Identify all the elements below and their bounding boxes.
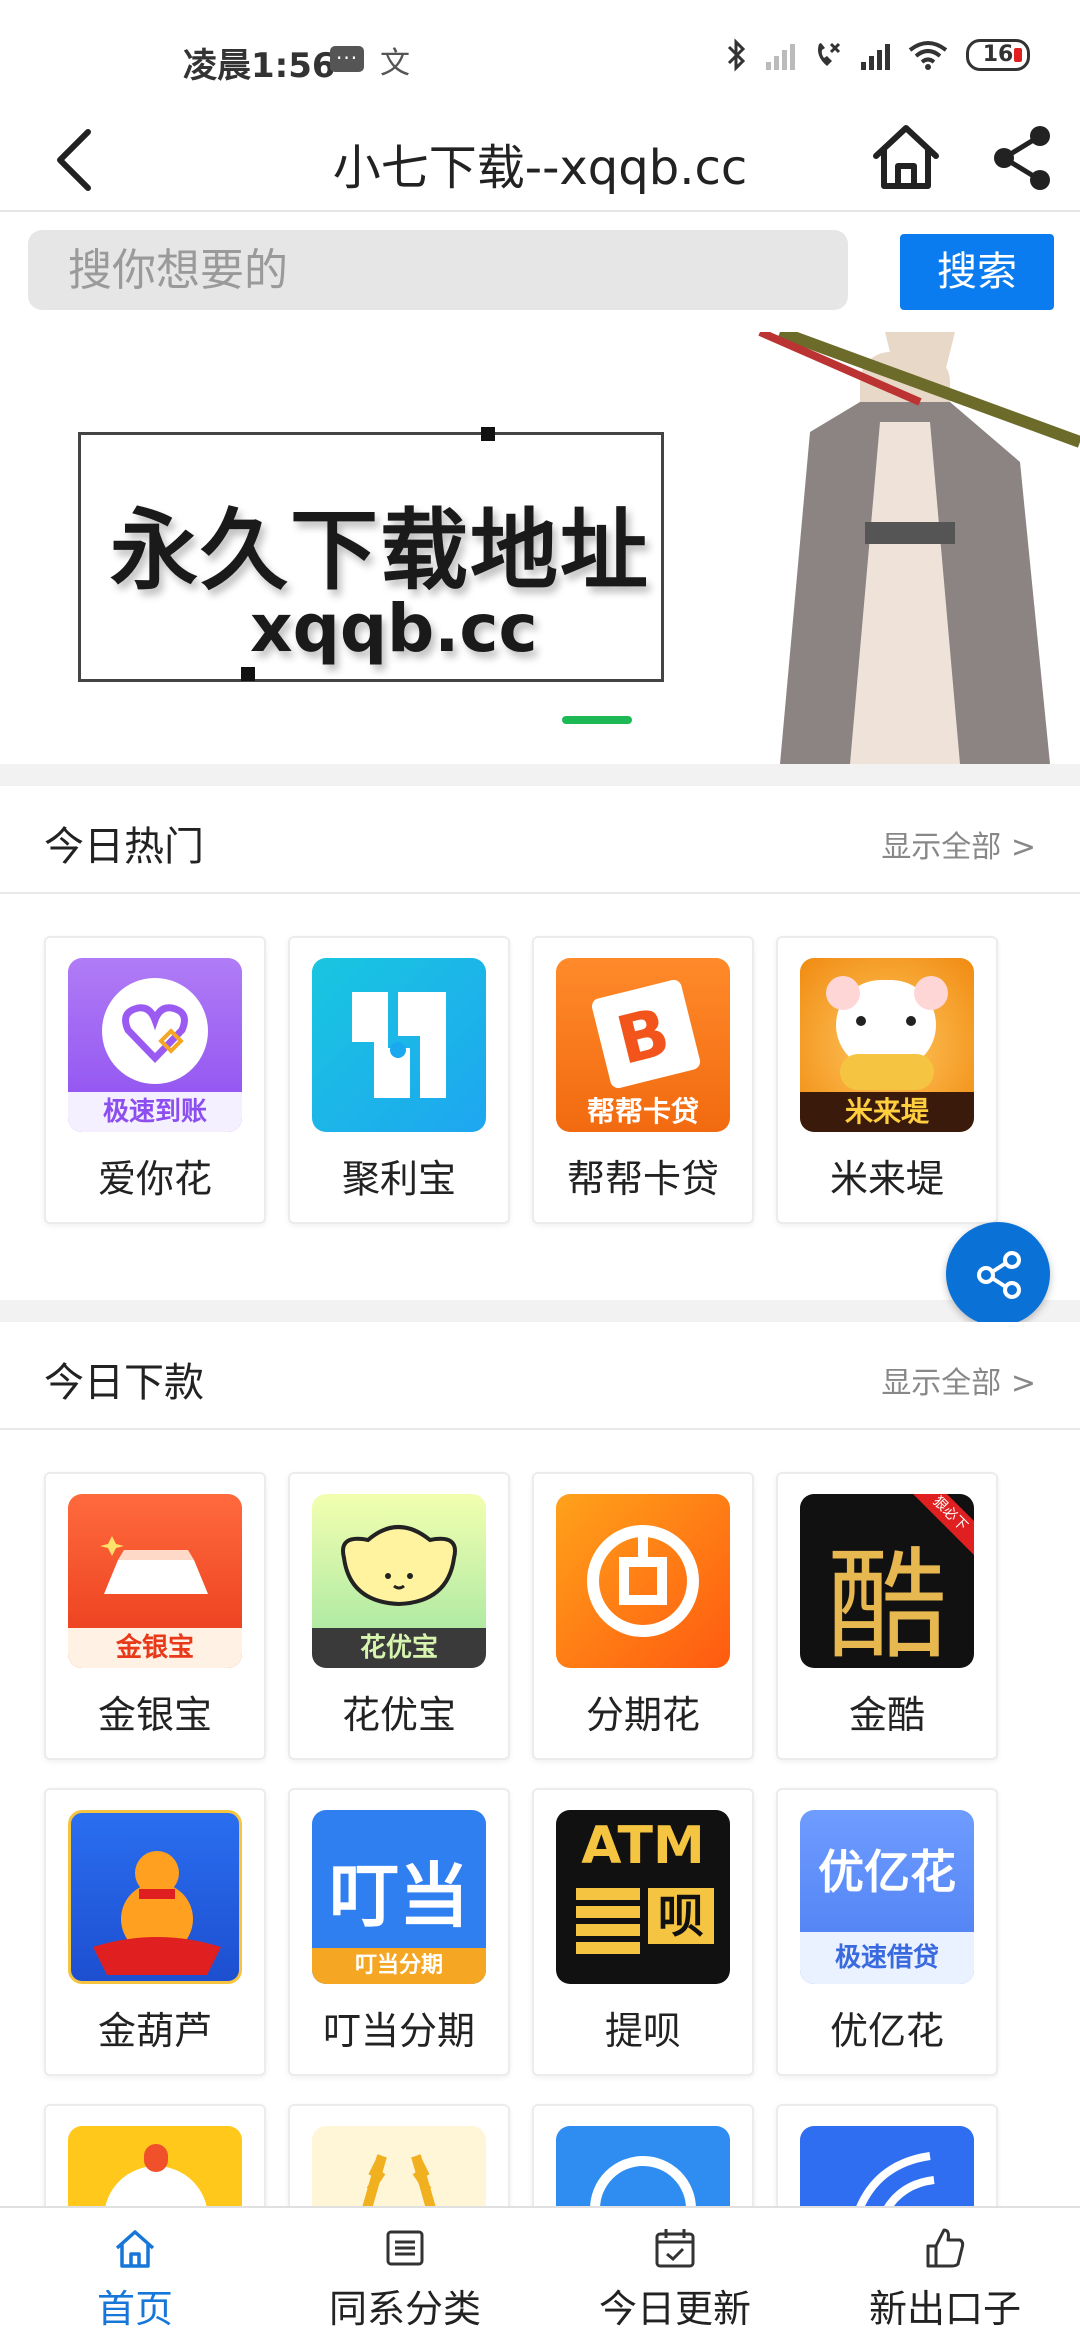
banner-carousel[interactable]: 永久下载地址 xqqb.cc [0,332,1080,764]
app-card[interactable]: 米来堤 米来堤 [776,936,998,1224]
app-name: 爱你花 [97,1157,212,1201]
banner-title: 永久下载地址 [110,499,651,602]
banner-url: xqqb.cc [250,590,538,667]
translate-icon: 文 [380,46,410,81]
share-icon [994,126,1050,190]
app-name: 金酷 [848,1693,925,1737]
icon-caption: 极速借贷 [800,1932,974,1984]
app-name: 花优宝 [341,1693,456,1737]
mouse-app-icon: 米来堤 [800,958,974,1132]
call-icon [818,42,841,66]
icon-caption: 金银宝 [68,1628,242,1668]
app-card[interactable]: 金葫芦 [44,1788,266,2076]
app-card[interactable]: 分期花 [532,1472,754,1760]
icon-caption: 叮当分期 [312,1948,486,1984]
search-bar: 搜索 [0,212,1080,332]
fenqi-app-icon [556,1494,730,1668]
app-header: 小七下载--xqqb.cc [0,110,1080,212]
nav-new-release[interactable]: 新出口子 [810,2208,1080,2340]
ku-app-icon: 酷 狠必下 [800,1494,974,1668]
icon-glyph-sub: 呗 [648,1888,714,1944]
gold-bar-app-icon: 金银宝 [68,1494,242,1668]
app-name: 叮当分期 [322,2009,475,2053]
app-card[interactable]: 花优宝 花优宝 [288,1472,510,1760]
app-card[interactable]: 聚利宝 [288,936,510,1224]
icon-glyph: 叮当 [329,1855,469,1937]
ingot-app-icon: 花优宝 [312,1494,486,1668]
status-bar: 凌晨1:56 文 16 [0,0,1080,110]
new-section: 今日下款 显示全部 > 金银宝 金银宝 花优宝 花优宝 分期花 酷 狠必下 金酷… [0,1322,1080,2340]
icon-glyph: ATM [581,1816,705,1876]
home-icon [115,2230,155,2268]
thumbs-up-icon [926,2228,965,2268]
app-card[interactable]: 酷 狠必下 金酷 [776,1472,998,1760]
app-name: 米来堤 [829,1157,944,1201]
app-card[interactable]: 金银宝 金银宝 [44,1472,266,1760]
heart-app-icon: 极速到账 [68,958,242,1132]
floating-share-button[interactable] [946,1222,1050,1326]
app-card[interactable]: ATM 呗 提呗 [532,1788,754,2076]
carousel-indicator [562,716,632,724]
search-button[interactable]: 搜索 [900,234,1054,310]
icon-glyph: 优亿花 [818,1845,956,1899]
icon-caption: 帮帮卡贷 [586,1095,699,1128]
bottom-nav: 首页 同系分类 今日更新 新出口子 [0,2206,1080,2340]
icon-glyph: 酷 [827,1537,947,1668]
home-button[interactable] [870,120,942,196]
bangbang-app-icon: B 帮帮卡贷 [556,958,730,1132]
signal-icon [766,40,795,70]
icon-caption: 极速到账 [68,1092,242,1132]
bluetooth-icon [727,38,746,72]
nav-label: 新出口子 [868,2287,1021,2331]
section-title: 今日下款 [44,1360,204,1406]
nav-label: 首页 [96,2287,173,2331]
section-title: 今日热门 [44,824,204,870]
app-name: 分期花 [585,1693,700,1737]
app-name: 帮帮卡贷 [566,1157,719,1201]
list-icon [386,2230,424,2266]
status-time: 凌晨1:56 [183,46,336,86]
app-name: 金银宝 [97,1693,212,1737]
app-card[interactable]: 叮当 叮当分期 叮当分期 [288,1788,510,2076]
new-section-header: 今日下款 显示全部 > [0,1322,1080,1430]
nav-label: 今日更新 [598,2287,751,2331]
gourd-app-icon [68,1810,242,1984]
app-name: 金葫芦 [97,2009,212,2053]
juli-app-icon [312,958,486,1132]
app-card[interactable]: 极速到账 爱你花 [44,936,266,1224]
app-card[interactable]: B 帮帮卡贷 帮帮卡贷 [532,936,754,1224]
app-card[interactable]: 优亿花 极速借贷 优亿花 [776,1788,998,2076]
show-all-link[interactable]: 显示全部 > [881,1358,1036,1402]
atm-app-icon: ATM 呗 [556,1810,730,1984]
dingdang-app-icon: 叮当 叮当分期 [312,1810,486,1984]
app-name: 聚利宝 [341,1157,456,1201]
app-name: 提呗 [604,2009,681,2053]
nav-category[interactable]: 同系分类 [270,2208,540,2340]
calendar-icon [655,2229,695,2268]
battery-icon: 16 [966,39,1030,71]
status-icons: 16 [726,38,1030,72]
message-icon [330,40,364,72]
nav-home[interactable]: 首页 [0,2208,270,2340]
nav-label: 同系分类 [328,2287,481,2331]
show-all-link[interactable]: 显示全部 > [881,822,1036,866]
search-input[interactable] [28,230,848,310]
nav-today-update[interactable]: 今日更新 [540,2208,810,2340]
hot-section: 今日热门 显示全部 > 极速到账 爱你花 聚利宝 B 帮帮卡贷 帮帮卡贷 米来堤… [0,786,1080,1300]
signal-strength-icon [861,40,890,70]
home-icon [873,125,939,189]
youyi-app-icon: 优亿花 极速借贷 [800,1810,974,1984]
share-button[interactable] [990,122,1054,194]
icon-caption: 米来堤 [800,1092,974,1132]
ancient-figure-illustration [758,332,1080,764]
hot-section-header: 今日热门 显示全部 > [0,786,1080,894]
share-icon [977,1251,1021,1299]
wifi-icon [908,41,948,70]
icon-caption: 花优宝 [312,1628,486,1668]
app-name: 优亿花 [829,2009,944,2053]
